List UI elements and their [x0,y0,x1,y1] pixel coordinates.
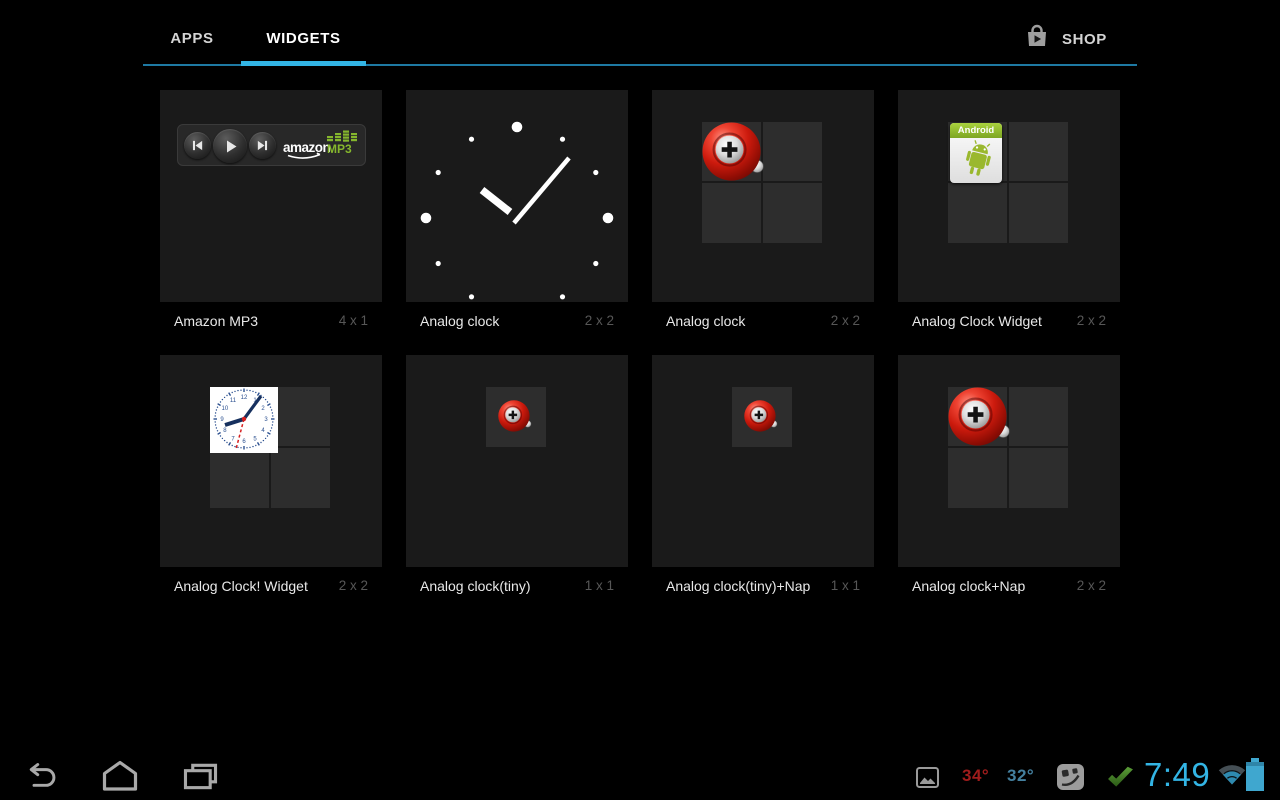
widget-size: 2 x 2 [1077,313,1106,328]
widget-caption: Analog Clock Widget 2 x 2 [898,302,1120,355]
android-icon-label: Android [950,123,1002,138]
amazon-mp3-widget-bar: amazon MP3 [177,124,366,166]
widget-caption: Analog Clock! Widget 2 x 2 [160,567,382,620]
widget-size: 2 x 2 [339,578,368,593]
svg-text:amazon: amazon [283,140,331,155]
svg-text:10: 10 [222,406,229,412]
widget-preview [406,355,628,567]
next-track-icon [249,132,276,159]
svg-text:MP3: MP3 [327,142,352,156]
home-icon[interactable] [100,759,140,798]
recents-icon[interactable] [181,761,220,797]
check-icon [1106,766,1135,794]
widget-preview: Android [898,90,1120,302]
widget-card-analog-clock[interactable]: Analog clock 2 x 2 [652,90,874,355]
widget-name: Amazon MP3 [174,313,258,329]
widget-size: 2 x 2 [831,313,860,328]
widget-card-analog-clock-widget[interactable]: 121234567891011 Analog Clock! Widget 2 x… [160,355,382,620]
status-clock: 7:49 [1144,756,1210,794]
widget-card-analog-clock-nap[interactable]: Analog clock+Nap 2 x 2 [898,355,1120,620]
widget-card-amazon-mp3[interactable]: amazon MP3 Amazon MP3 4 x 1 [160,90,382,355]
widget-size: 1 x 1 [585,578,614,593]
white-analog-clock-icon: 121234567891011 [210,387,278,453]
widget-size: 1 x 1 [831,578,860,593]
shop-label: SHOP [1062,31,1107,48]
svg-text:12: 12 [241,395,248,401]
widget-caption: Analog clock 2 x 2 [652,302,874,355]
battery-icon [1246,758,1264,796]
temperature-blue: 32° [1007,766,1034,786]
shop-bag-icon [1022,22,1052,57]
widget-card-analog-clock-tiny[interactable]: Analog clock(tiny) 1 x 1 [406,355,628,620]
alarm-clock-icon [948,387,1011,450]
analog-clock-preview [406,90,628,302]
widget-name: Analog clock [420,313,499,329]
widget-preview: 121234567891011 [160,355,382,567]
alarm-clock-icon [744,400,778,434]
widget-preview: amazon MP3 [160,90,382,302]
amazon-mp3-logo: amazon MP3 [282,130,362,162]
widget-name: Analog clock(tiny)+Nap [666,578,810,594]
widget-preview [652,90,874,302]
widget-size: 2 x 2 [1077,578,1106,593]
widget-card-analog-clock-tiny-nap[interactable]: Analog clock(tiny)+Nap 1 x 1 [652,355,874,620]
widget-preview [898,355,1120,567]
face-app-icon [1057,764,1084,795]
active-tab-underline [241,61,366,66]
gallery-icon [916,767,939,793]
play-icon [213,129,247,163]
widget-caption: Analog clock+Nap 2 x 2 [898,567,1120,620]
tab-apps[interactable]: APPS [143,28,241,50]
widget-name: Analog clock+Nap [912,578,1025,594]
shop-button[interactable]: SHOP [1022,22,1142,56]
android-widget-icon: Android [950,123,1002,183]
widget-caption: Amazon MP3 4 x 1 [160,302,382,355]
widget-size: 4 x 1 [339,313,368,328]
widget-card-analog-clock[interactable]: Analog clock 2 x 2 [406,90,628,355]
widget-size: 2 x 2 [585,313,614,328]
widget-card-analog-clock-widget[interactable]: Android Analog Clock Widget 2 x 2 [898,90,1120,355]
alarm-clock-icon [702,122,765,185]
back-icon[interactable] [22,762,59,797]
wifi-icon [1218,761,1246,792]
svg-text:11: 11 [230,398,237,404]
widget-name: Analog Clock! Widget [174,578,308,594]
alarm-clock-icon [498,400,532,434]
widget-name: Analog clock(tiny) [420,578,531,594]
previous-track-icon [184,132,211,159]
widget-name: Analog Clock Widget [912,313,1042,329]
widget-preview [406,90,628,302]
widget-caption: Analog clock(tiny)+Nap 1 x 1 [652,567,874,620]
widget-name: Analog clock [666,313,745,329]
widget-grid: amazon MP3 Amazon MP3 4 x 1 [160,90,1120,620]
widget-caption: Analog clock 2 x 2 [406,302,628,355]
widget-caption: Analog clock(tiny) 1 x 1 [406,567,628,620]
widget-preview [652,355,874,567]
temperature-red: 34° [962,766,989,786]
android-robot-icon [961,140,995,180]
tab-widgets[interactable]: WIDGETS [241,28,366,50]
